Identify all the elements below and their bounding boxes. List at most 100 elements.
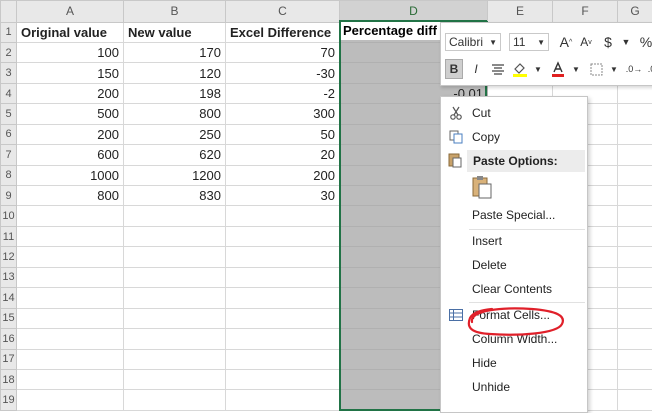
cell-a1[interactable]: Original value	[17, 22, 124, 42]
cell-g4[interactable]	[618, 83, 652, 103]
row-header[interactable]: 2	[1, 42, 17, 62]
cell-c4[interactable]: -2	[226, 83, 340, 103]
cell-b1[interactable]: New value	[124, 22, 226, 42]
chevron-down-icon[interactable]: ▼	[617, 32, 635, 52]
row-header[interactable]: 9	[1, 186, 17, 206]
cell-c6[interactable]: 50	[226, 124, 340, 144]
cell-c3[interactable]: -30	[226, 63, 340, 83]
cell-a6[interactable]: 200	[17, 124, 124, 144]
row-header[interactable]: 7	[1, 145, 17, 165]
cell-c10[interactable]	[226, 206, 340, 226]
select-all-corner[interactable]	[1, 1, 17, 23]
cell-c19[interactable]	[226, 390, 340, 411]
font-color-icon[interactable]	[549, 59, 567, 79]
cell-g11[interactable]	[618, 226, 652, 246]
chevron-down-icon[interactable]: ▼	[529, 59, 547, 79]
cell-c15[interactable]	[226, 308, 340, 328]
row-header[interactable]: 6	[1, 124, 17, 144]
cell-b3[interactable]: 120	[124, 63, 226, 83]
cell-d1[interactable]: Percentage diff	[340, 21, 443, 40]
cell-b16[interactable]	[124, 329, 226, 349]
borders-icon[interactable]	[587, 59, 605, 79]
column-header-f[interactable]: F	[553, 1, 618, 23]
cell-c7[interactable]: 20	[226, 145, 340, 165]
cell-g12[interactable]	[618, 247, 652, 267]
cell-c17[interactable]	[226, 349, 340, 369]
row-header[interactable]: 5	[1, 104, 17, 124]
cell-a7[interactable]: 600	[17, 145, 124, 165]
cell-b15[interactable]	[124, 308, 226, 328]
cell-a3[interactable]: 150	[17, 63, 124, 83]
column-header-g[interactable]: G	[618, 1, 652, 23]
fill-color-icon[interactable]	[511, 59, 529, 79]
cell-a4[interactable]: 200	[17, 83, 124, 103]
cell-b9[interactable]: 830	[124, 186, 226, 206]
cell-g7[interactable]	[618, 145, 652, 165]
cell-g8[interactable]	[618, 165, 652, 185]
cell-b13[interactable]	[124, 267, 226, 287]
italic-button[interactable]: I	[467, 59, 485, 79]
cell-b18[interactable]	[124, 369, 226, 389]
cell-c2[interactable]: 70	[226, 42, 340, 62]
cell-a9[interactable]: 800	[17, 186, 124, 206]
cell-a11[interactable]	[17, 226, 124, 246]
cell-b4[interactable]: 198	[124, 83, 226, 103]
menu-item-insert[interactable]: Insert	[441, 229, 587, 253]
row-header[interactable]: 4	[1, 83, 17, 103]
menu-item-hide[interactable]: Hide	[441, 351, 587, 375]
row-header[interactable]: 1	[1, 22, 17, 42]
row-header[interactable]: 12	[1, 247, 17, 267]
cell-b10[interactable]	[124, 206, 226, 226]
cell-a15[interactable]	[17, 308, 124, 328]
column-header-e[interactable]: E	[488, 1, 553, 23]
column-header-b[interactable]: B	[124, 1, 226, 23]
font-size-box[interactable]: 11 ▼	[509, 33, 549, 51]
cell-g16[interactable]	[618, 329, 652, 349]
cell-a13[interactable]	[17, 267, 124, 287]
cell-c1[interactable]: Excel Difference	[226, 22, 340, 42]
cell-a8[interactable]: 1000	[17, 165, 124, 185]
row-header[interactable]: 13	[1, 267, 17, 287]
cell-g5[interactable]	[618, 104, 652, 124]
menu-item-cut[interactable]: Cut	[441, 101, 587, 125]
cell-a18[interactable]	[17, 369, 124, 389]
font-name-box[interactable]: Calibri ▼	[445, 33, 501, 51]
cell-b8[interactable]: 1200	[124, 165, 226, 185]
align-center-icon[interactable]	[489, 59, 507, 79]
row-header[interactable]: 17	[1, 349, 17, 369]
column-header-c[interactable]: C	[226, 1, 340, 23]
clipboard-paste-icon[interactable]	[471, 175, 493, 199]
menu-item-format-cells[interactable]: Format Cells...	[441, 303, 587, 327]
cell-g13[interactable]	[618, 267, 652, 287]
menu-item-unhide[interactable]: Unhide	[441, 375, 587, 399]
row-header[interactable]: 18	[1, 369, 17, 389]
column-header-a[interactable]: A	[17, 1, 124, 23]
cell-c14[interactable]	[226, 288, 340, 308]
increase-decimal-icon[interactable]: .0→	[625, 59, 643, 79]
cell-g15[interactable]	[618, 308, 652, 328]
row-header[interactable]: 8	[1, 165, 17, 185]
cell-g6[interactable]	[618, 124, 652, 144]
cell-g19[interactable]	[618, 390, 652, 411]
cell-c12[interactable]	[226, 247, 340, 267]
row-header[interactable]: 10	[1, 206, 17, 226]
cell-b6[interactable]: 250	[124, 124, 226, 144]
cell-b12[interactable]	[124, 247, 226, 267]
cell-g17[interactable]	[618, 349, 652, 369]
chevron-down-icon[interactable]: ▼	[605, 59, 623, 79]
cell-b7[interactable]: 620	[124, 145, 226, 165]
cell-a16[interactable]	[17, 329, 124, 349]
cell-g9[interactable]	[618, 186, 652, 206]
menu-item-delete[interactable]: Delete	[441, 253, 587, 277]
cell-c11[interactable]	[226, 226, 340, 246]
cell-b11[interactable]	[124, 226, 226, 246]
cell-b14[interactable]	[124, 288, 226, 308]
row-header[interactable]: 3	[1, 63, 17, 83]
shrink-font-button[interactable]: Av	[577, 32, 595, 52]
percent-button[interactable]: %	[637, 32, 652, 52]
cell-b17[interactable]	[124, 349, 226, 369]
cell-g10[interactable]	[618, 206, 652, 226]
cell-a2[interactable]: 100	[17, 42, 124, 62]
row-header[interactable]: 15	[1, 308, 17, 328]
cell-c18[interactable]	[226, 369, 340, 389]
